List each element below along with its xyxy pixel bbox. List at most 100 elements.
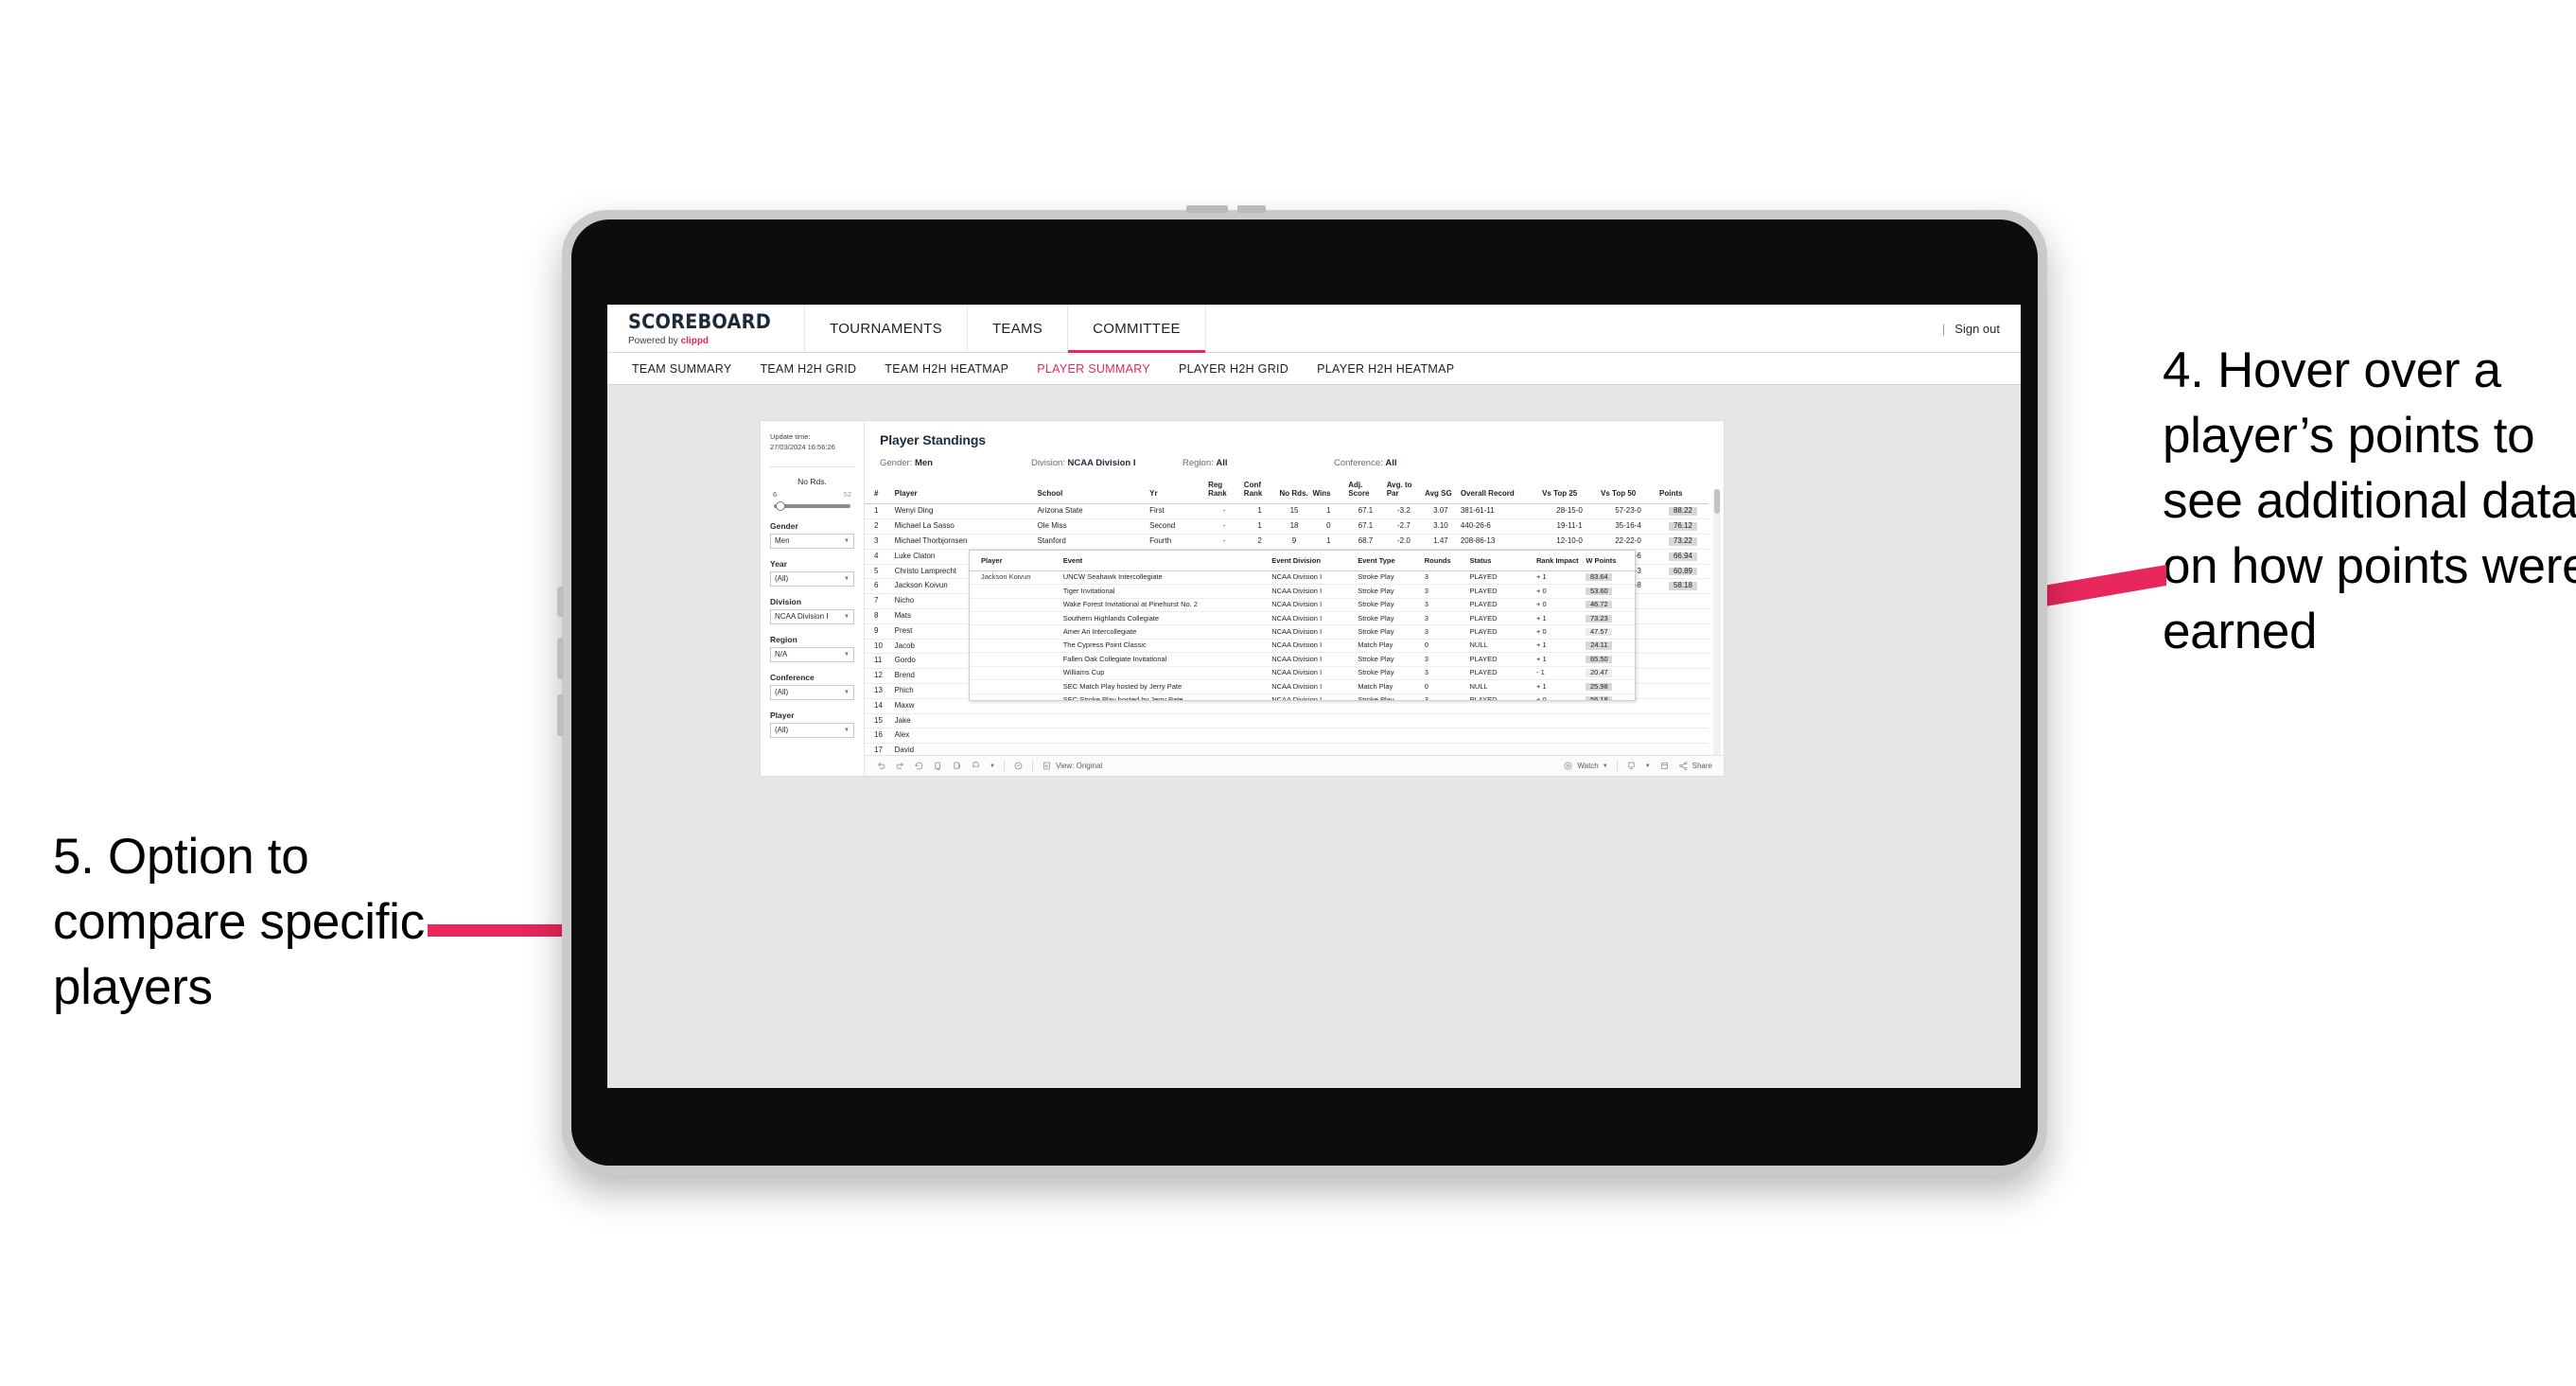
fullscreen-icon[interactable] bbox=[1659, 761, 1670, 771]
tcell-w-points: 73.23 bbox=[1583, 611, 1635, 626]
col-vs-top-50[interactable]: Vs Top 50 bbox=[1599, 476, 1657, 505]
filter-year-value: (All) bbox=[775, 574, 789, 584]
cell-points[interactable]: 73.22 bbox=[1657, 534, 1709, 550]
cell-points[interactable] bbox=[1657, 653, 1709, 670]
chevron-down-icon[interactable]: ▼ bbox=[990, 763, 995, 769]
subnav-player-h2h-grid[interactable]: PLAYER H2H GRID bbox=[1179, 362, 1288, 376]
subnav-team-h2h-grid[interactable]: TEAM H2H GRID bbox=[760, 362, 856, 376]
filter-conference-select[interactable]: (All) ▼ bbox=[770, 684, 854, 700]
no-rounds-slider-handle[interactable] bbox=[776, 500, 785, 511]
table-row[interactable]: 1 Wenyi Ding Arizona State First -1 15 1 67.1 -3… bbox=[865, 503, 1709, 520]
cell-reg bbox=[1206, 713, 1242, 729]
w-points-chip: 47.57 bbox=[1586, 627, 1613, 637]
top-nav-committee[interactable]: COMMITTEE bbox=[1068, 305, 1206, 353]
cell-points[interactable] bbox=[1657, 668, 1709, 684]
tcol-status: Status bbox=[1466, 551, 1534, 571]
tcell-event: SEC Match Play hosted by Jerry Pate bbox=[1053, 679, 1270, 694]
filter-year-select[interactable]: (All) ▼ bbox=[770, 570, 854, 587]
w-points-chip: 53.60 bbox=[1586, 587, 1613, 595]
table-row[interactable]: 16 Alex bbox=[865, 728, 1709, 745]
redo-icon[interactable] bbox=[895, 761, 905, 771]
col-overall-record[interactable]: Overall Record bbox=[1458, 476, 1541, 505]
col-points[interactable]: Points bbox=[1657, 476, 1709, 505]
col-adj-score[interactable]: Adj. Score bbox=[1346, 476, 1385, 505]
col-no-rds[interactable]: No Rds. bbox=[1277, 476, 1311, 505]
cell-points[interactable] bbox=[1657, 728, 1709, 745]
brand-logo[interactable]: SCOREBOARD Powered by clippd bbox=[607, 305, 806, 352]
points-chip[interactable]: 88.22 bbox=[1668, 507, 1698, 517]
col-conf-rank[interactable]: Conf Rank bbox=[1241, 476, 1278, 505]
col-yr[interactable]: Yr bbox=[1148, 476, 1207, 505]
refresh-icon[interactable] bbox=[933, 761, 943, 771]
tcell-event-type: Stroke Play bbox=[1355, 611, 1422, 626]
sign-out-link[interactable]: Sign out bbox=[1954, 322, 2000, 336]
col-avg-sg[interactable]: Avg SG bbox=[1423, 476, 1459, 505]
tcell-rounds: 3 bbox=[1421, 570, 1467, 586]
sub-navigation-bar: TEAM SUMMARY TEAM H2H GRID TEAM H2H HEAT… bbox=[607, 353, 2021, 385]
tcell-rank-impact: + 1 bbox=[1533, 652, 1584, 667]
no-rounds-slider-track[interactable] bbox=[774, 500, 850, 511]
filter-region-select[interactable]: N/A ▼ bbox=[770, 646, 854, 662]
col-player[interactable]: Player bbox=[892, 476, 1036, 505]
share-button[interactable]: Share bbox=[1678, 761, 1712, 771]
cell-points[interactable] bbox=[1657, 683, 1709, 699]
subnav-player-summary[interactable]: PLAYER SUMMARY bbox=[1037, 362, 1150, 376]
watch-button[interactable]: Watch ▼ bbox=[1563, 761, 1608, 771]
filter-gender-select[interactable]: Men ▼ bbox=[770, 533, 854, 549]
alert-icon[interactable] bbox=[971, 761, 981, 771]
cell-par bbox=[1384, 713, 1424, 729]
table-vertical-scrollbar[interactable] bbox=[1713, 489, 1721, 760]
cell-points[interactable]: 88.22 bbox=[1657, 503, 1709, 520]
chevron-down-icon[interactable]: ▼ bbox=[1645, 763, 1651, 769]
top-nav-teams[interactable]: TEAMS bbox=[968, 305, 1069, 352]
cell-points[interactable]: 60.89 bbox=[1657, 564, 1709, 580]
cell-points[interactable]: 76.12 bbox=[1657, 518, 1709, 535]
filter-player-select[interactable]: (All) ▼ bbox=[770, 722, 854, 738]
col-avg-to-par[interactable]: Avg. to Par bbox=[1384, 476, 1424, 505]
subnav-team-summary[interactable]: TEAM SUMMARY bbox=[632, 362, 731, 376]
cell-points[interactable] bbox=[1657, 593, 1709, 609]
update-time-block: Update time: 27/03/2024 16:56:26 bbox=[770, 432, 854, 453]
col-reg-rank[interactable]: Reg Rank bbox=[1206, 476, 1242, 505]
col-school[interactable]: School bbox=[1035, 476, 1148, 505]
points-chip[interactable]: 76.12 bbox=[1668, 521, 1698, 531]
points-chip[interactable]: 60.89 bbox=[1668, 567, 1698, 576]
undo-icon[interactable] bbox=[876, 761, 886, 771]
cell-points[interactable] bbox=[1657, 698, 1709, 714]
table-row[interactable]: 15 Jake bbox=[865, 713, 1709, 729]
subnav-team-h2h-heatmap[interactable]: TEAM H2H HEATMAP bbox=[885, 362, 1008, 376]
revert-icon[interactable] bbox=[914, 761, 924, 771]
cell-conf bbox=[1241, 713, 1278, 729]
table-row[interactable]: 3 Michael Thorbjornsen Stanford Fourth -2 9 1 6… bbox=[865, 534, 1709, 550]
tcell-rounds: 3 bbox=[1421, 598, 1467, 612]
table-row[interactable]: 2 Michael La Sasso Ole Miss Second -1 18 0 67.1… bbox=[865, 518, 1709, 535]
filter-gender: Gender Men ▼ bbox=[770, 521, 854, 549]
cell-points[interactable] bbox=[1657, 608, 1709, 624]
filter-division-select[interactable]: NCAA Division I ▼ bbox=[770, 608, 854, 624]
filter-player-value: (All) bbox=[775, 726, 789, 735]
col-vs-top-25[interactable]: Vs Top 25 bbox=[1540, 476, 1600, 505]
pause-icon[interactable] bbox=[952, 761, 962, 771]
filter-division: Division NCAA Division I ▼ bbox=[770, 597, 854, 624]
cell-school bbox=[1035, 728, 1148, 745]
points-chip[interactable]: 66.94 bbox=[1668, 552, 1698, 561]
filter-gender-label: Gender bbox=[770, 520, 798, 531]
points-chip[interactable]: 58.18 bbox=[1668, 582, 1698, 591]
col-wins[interactable]: Wins bbox=[1310, 476, 1347, 505]
tcell-event: Tiger Invitational bbox=[1053, 584, 1270, 599]
cell-player: Michael La Sasso bbox=[892, 518, 1036, 535]
cell-points[interactable] bbox=[1657, 713, 1709, 729]
subnav-player-h2h-heatmap[interactable]: PLAYER H2H HEATMAP bbox=[1317, 362, 1454, 376]
view-original-button[interactable]: View: Original bbox=[1042, 761, 1102, 771]
top-nav-tournaments[interactable]: TOURNAMENTS bbox=[805, 305, 968, 352]
col-rank[interactable]: # bbox=[865, 476, 893, 505]
download-icon[interactable] bbox=[1626, 761, 1637, 771]
cell-reg: - bbox=[1206, 518, 1242, 535]
table-scrollbar-thumb[interactable] bbox=[1714, 489, 1720, 514]
cell-points[interactable] bbox=[1657, 623, 1709, 640]
cell-points[interactable] bbox=[1657, 639, 1709, 655]
points-chip[interactable]: 73.22 bbox=[1668, 536, 1698, 546]
cell-points[interactable]: 58.18 bbox=[1657, 578, 1709, 595]
cell-points[interactable]: 66.94 bbox=[1657, 549, 1709, 565]
highlight-icon[interactable] bbox=[1013, 761, 1024, 771]
